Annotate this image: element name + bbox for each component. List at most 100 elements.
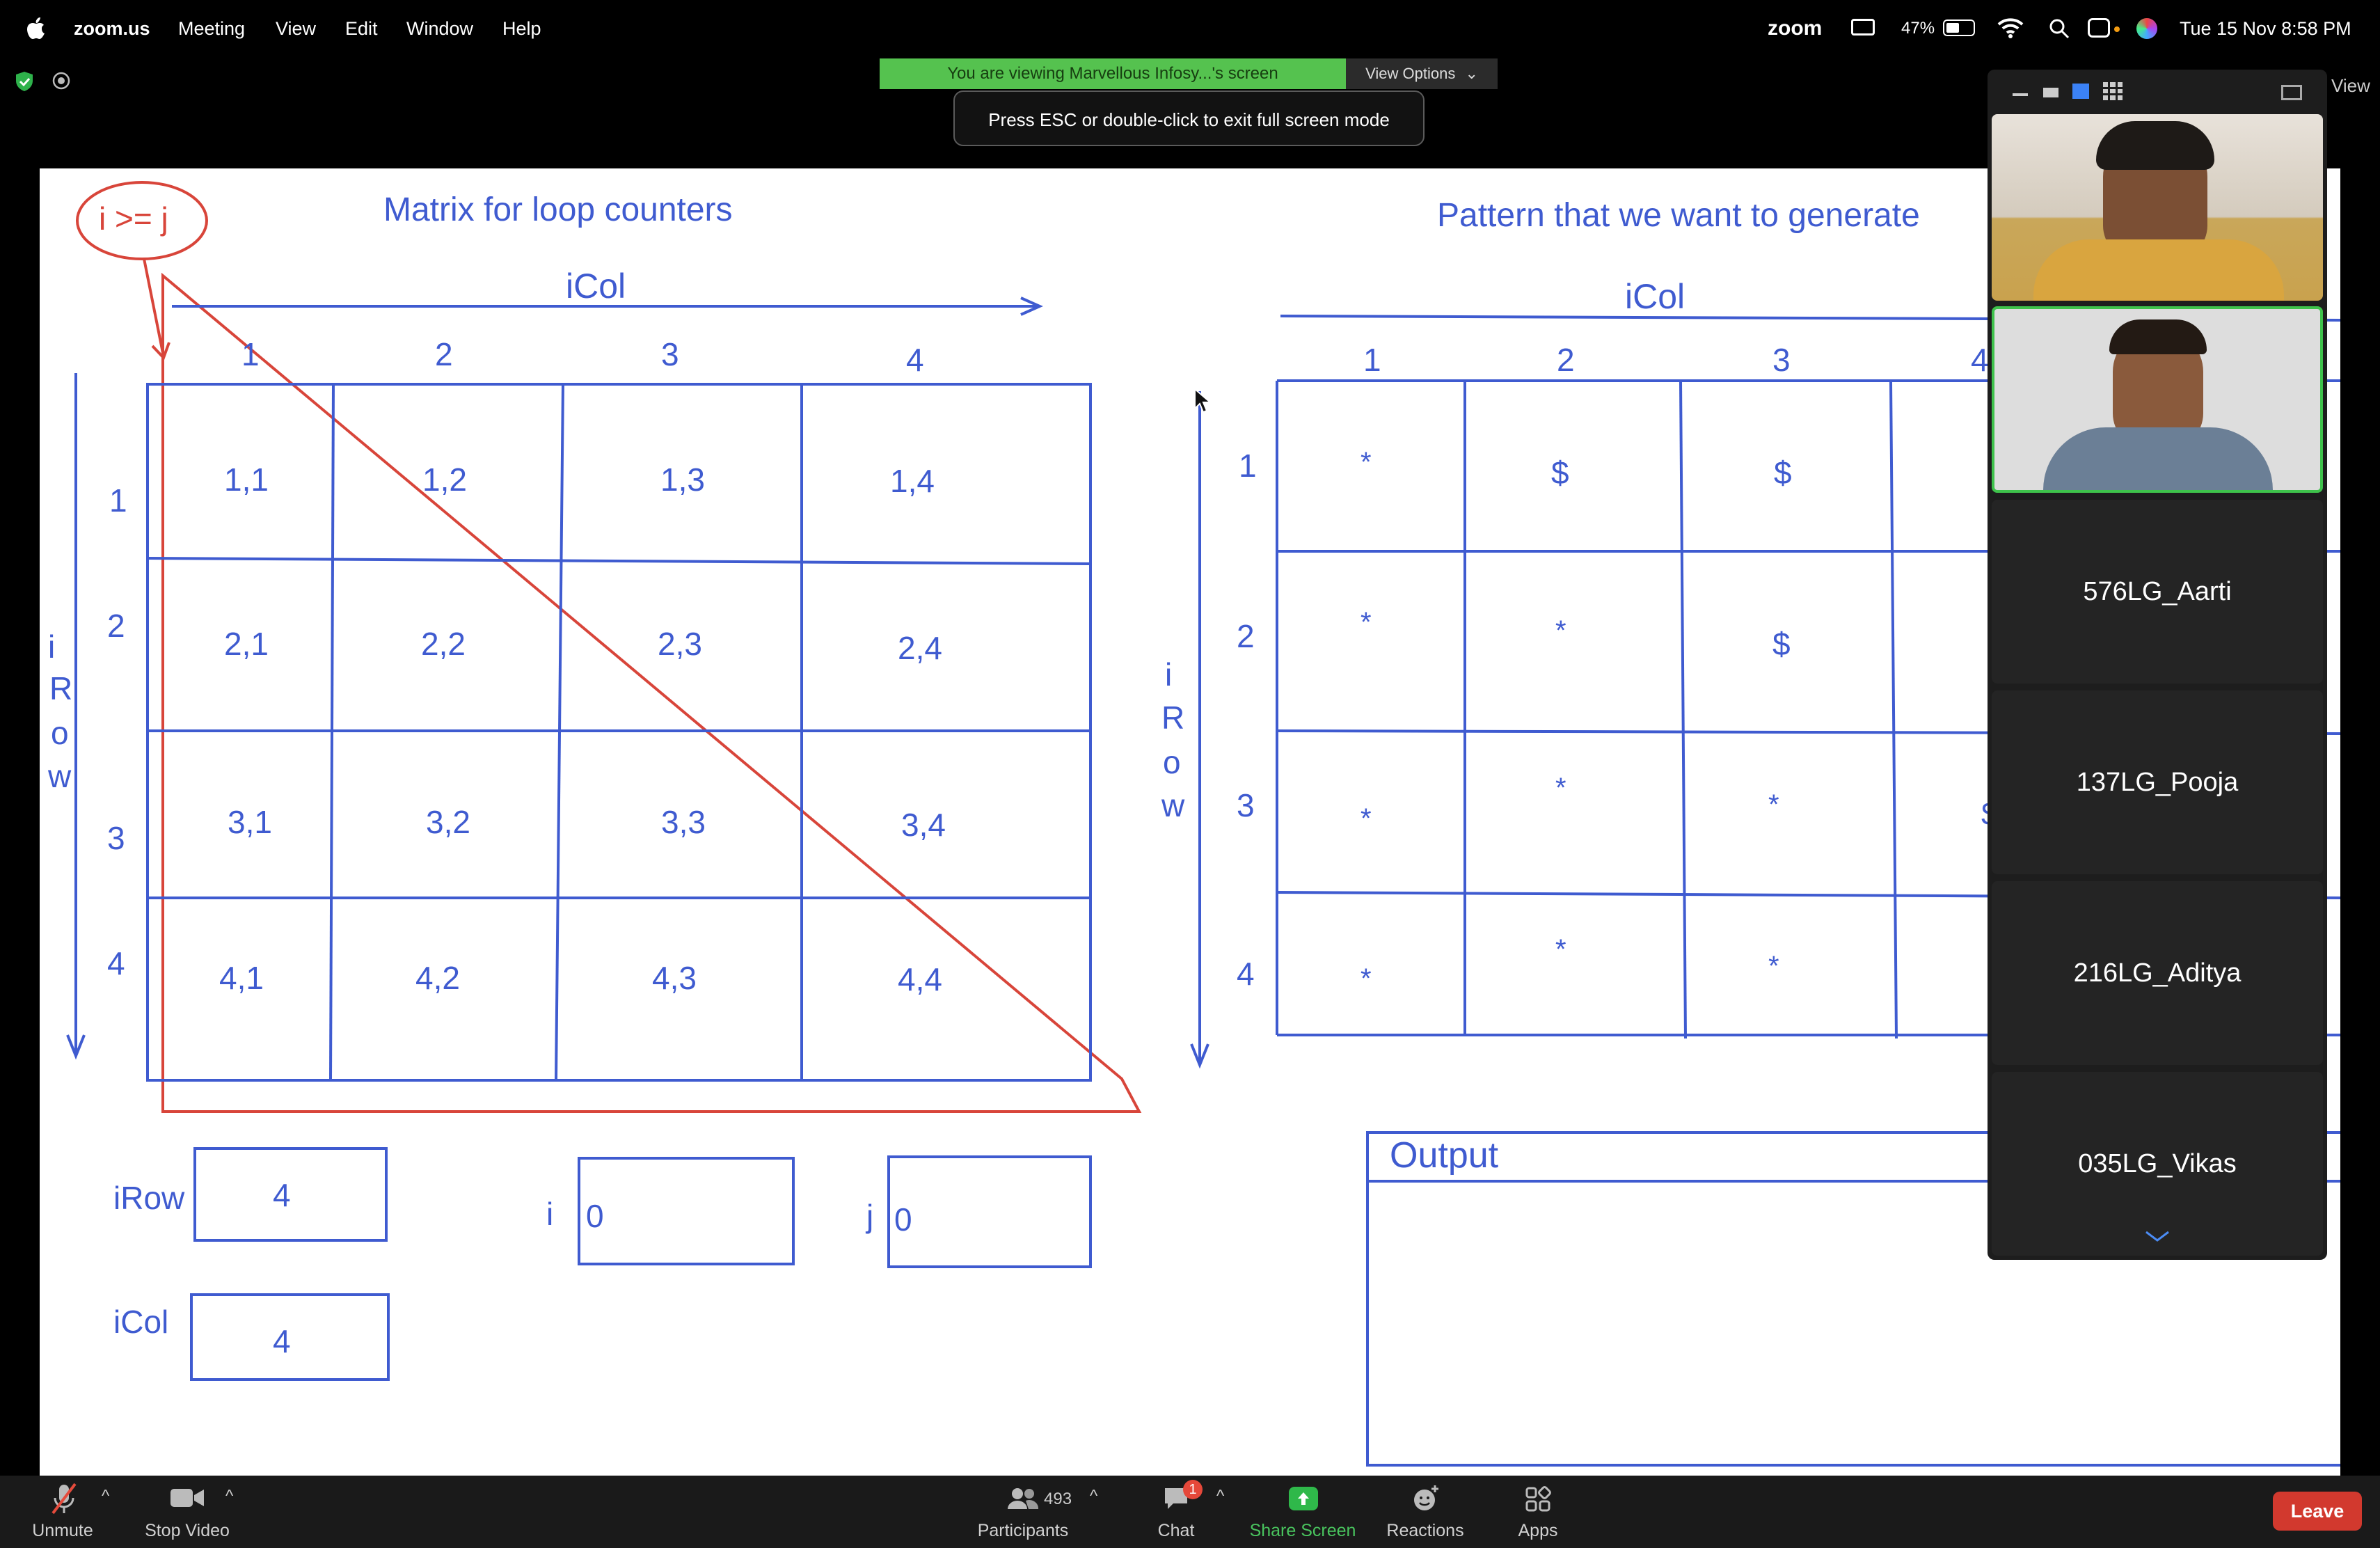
matrix-cell: 1,2 bbox=[422, 461, 467, 498]
participant-tile[interactable]: 137LG_Pooja bbox=[1992, 690, 2323, 874]
matrix-cell: 2,1 bbox=[224, 626, 269, 662]
matrix-row-axis-letter: R bbox=[49, 670, 73, 706]
matrix-cell: 4,1 bbox=[219, 960, 264, 996]
gallery-toolbar bbox=[1988, 70, 2327, 111]
security-shield-icon[interactable] bbox=[15, 71, 33, 92]
matrix-title: Matrix for loop counters bbox=[383, 191, 733, 228]
matrix-col-number: 1 bbox=[241, 336, 260, 372]
pattern-cell: * bbox=[1555, 615, 1566, 646]
siri-icon[interactable] bbox=[2136, 18, 2157, 39]
matrix-row-number: 4 bbox=[107, 945, 125, 981]
matrix-cell: 3,3 bbox=[661, 804, 706, 840]
pattern-cell: * bbox=[1360, 607, 1372, 638]
control-center-icon[interactable] bbox=[2088, 18, 2110, 38]
pattern-cell: * bbox=[1360, 803, 1372, 834]
unmute-label: Unmute bbox=[32, 1521, 93, 1540]
matrix-cell: 3,1 bbox=[228, 804, 272, 840]
matrix-cell: 1,1 bbox=[224, 461, 269, 498]
menu-help[interactable]: Help bbox=[502, 0, 541, 57]
video-camera-icon bbox=[170, 1489, 204, 1507]
participant-tile[interactable]: 216LG_Aditya bbox=[1992, 881, 2323, 1065]
j-value: 0 bbox=[894, 1201, 912, 1238]
video-gallery-panel: View 576LG_Aarti 137LG_Pooja 216LG_Adity… bbox=[1988, 70, 2370, 1260]
pattern-cell: * bbox=[1360, 447, 1372, 477]
matrix-cell: 3,2 bbox=[426, 804, 470, 840]
i-label: i bbox=[546, 1196, 554, 1232]
chat-options-chevron-icon[interactable]: ^ bbox=[1216, 1487, 1224, 1506]
share-screen-button[interactable]: Share Screen bbox=[1246, 1476, 1360, 1548]
matrix-col-number: 3 bbox=[661, 336, 679, 372]
matrix-cell: 4,4 bbox=[898, 961, 942, 997]
participants-options-chevron-icon[interactable]: ^ bbox=[1090, 1487, 1097, 1506]
participants-button[interactable]: Participants bbox=[971, 1476, 1074, 1548]
layout-toggle-icon[interactable] bbox=[2281, 85, 2302, 100]
video-options-chevron-icon[interactable]: ^ bbox=[225, 1487, 233, 1506]
muted-microphone-icon bbox=[51, 1483, 77, 1515]
chat-unread-badge: 1 bbox=[1183, 1480, 1203, 1499]
pattern-col-number: 1 bbox=[1363, 342, 1381, 378]
pattern-row-number: 3 bbox=[1237, 787, 1255, 823]
matrix-cell: 3,4 bbox=[901, 807, 946, 843]
participant-shirt bbox=[2033, 239, 2284, 301]
j-label: j bbox=[866, 1198, 874, 1234]
gallery-grid-icon[interactable] bbox=[2103, 82, 2123, 100]
matrix-cell: 1,3 bbox=[660, 461, 705, 498]
participant-tile[interactable]: 576LG_Aarti bbox=[1992, 500, 2323, 684]
leave-meeting-button[interactable]: Leave bbox=[2273, 1492, 2362, 1531]
reactions-button[interactable]: Reactions bbox=[1378, 1476, 1473, 1548]
pattern-title: Pattern that we want to generate bbox=[1437, 197, 1920, 234]
recording-status-icon[interactable] bbox=[51, 71, 71, 90]
participant-video-tile[interactable] bbox=[1992, 114, 2323, 301]
menu-window[interactable]: Window bbox=[406, 0, 473, 57]
battery-percent: 47% bbox=[1901, 19, 1935, 38]
matrix-row-number: 3 bbox=[107, 820, 125, 856]
battery-icon[interactable] bbox=[1943, 19, 1975, 36]
app-menu[interactable]: zoom.us bbox=[74, 0, 150, 57]
menubar-clock[interactable]: Tue 15 Nov 8:58 PM bbox=[2180, 0, 2351, 57]
pattern-col-axis-label: iCol bbox=[1625, 277, 1685, 316]
wifi-icon[interactable] bbox=[1997, 17, 2024, 39]
scroll-down-chevron-icon[interactable] bbox=[2143, 1229, 2171, 1243]
pattern-cell: * bbox=[1555, 934, 1566, 965]
chevron-down-icon: ⌄ bbox=[1465, 65, 1478, 82]
matrix-row-number: 2 bbox=[107, 608, 125, 644]
i-value-box bbox=[578, 1157, 795, 1265]
pattern-cell: * bbox=[1768, 951, 1779, 981]
pattern-col-number: 4 bbox=[1971, 342, 1989, 378]
matrix-row-axis-letter: w bbox=[48, 758, 72, 794]
participants-icon bbox=[1008, 1488, 1039, 1509]
menu-edit[interactable]: Edit bbox=[345, 0, 378, 57]
lower-triangle-highlight bbox=[161, 272, 1142, 1113]
stop-video-button[interactable]: Stop Video bbox=[136, 1476, 238, 1548]
reactions-smiley-icon bbox=[1414, 1485, 1438, 1510]
minimize-gallery-icon[interactable] bbox=[2013, 93, 2028, 96]
speaker-view-icon[interactable] bbox=[2072, 84, 2089, 99]
matrix-col-number: 4 bbox=[906, 342, 924, 378]
icol-label: iCol bbox=[113, 1304, 169, 1340]
matrix-row-number: 1 bbox=[109, 482, 127, 519]
apps-grid-icon bbox=[1525, 1486, 1551, 1512]
hide-video-icon[interactable] bbox=[2043, 88, 2058, 97]
pattern-cell: $ bbox=[1551, 455, 1569, 491]
apple-icon[interactable] bbox=[26, 15, 47, 40]
unmute-button[interactable]: Unmute bbox=[21, 1476, 104, 1548]
participant-tile[interactable]: 035LG_Vikas bbox=[1992, 1072, 2323, 1256]
view-options-label: View Options bbox=[1365, 65, 1456, 82]
pattern-col-number: 3 bbox=[1772, 342, 1791, 378]
macos-menubar: zoom.us Meeting View Edit Window Help zo… bbox=[0, 0, 2380, 57]
matrix-col-axis-label: iCol bbox=[566, 267, 626, 306]
matrix-row-axis-letter: o bbox=[51, 715, 69, 751]
menu-view[interactable]: View bbox=[276, 0, 316, 57]
audio-options-chevron-icon[interactable]: ^ bbox=[102, 1487, 109, 1506]
apps-button[interactable]: Apps bbox=[1503, 1476, 1573, 1548]
view-label[interactable]: View bbox=[2331, 75, 2370, 97]
zoom-status-logo[interactable]: zoom bbox=[1768, 0, 1822, 57]
menu-meeting[interactable]: Meeting bbox=[178, 0, 245, 57]
matrix-row-axis-letter: i bbox=[48, 629, 56, 665]
screen-share-status-icon[interactable] bbox=[1851, 19, 1875, 35]
active-speaker-video-tile[interactable] bbox=[1992, 306, 2323, 493]
apps-label: Apps bbox=[1518, 1521, 1558, 1540]
spotlight-search-icon[interactable] bbox=[2049, 18, 2070, 39]
j-value-box bbox=[887, 1155, 1092, 1268]
view-options-button[interactable]: View Options ⌄ bbox=[1346, 58, 1498, 89]
